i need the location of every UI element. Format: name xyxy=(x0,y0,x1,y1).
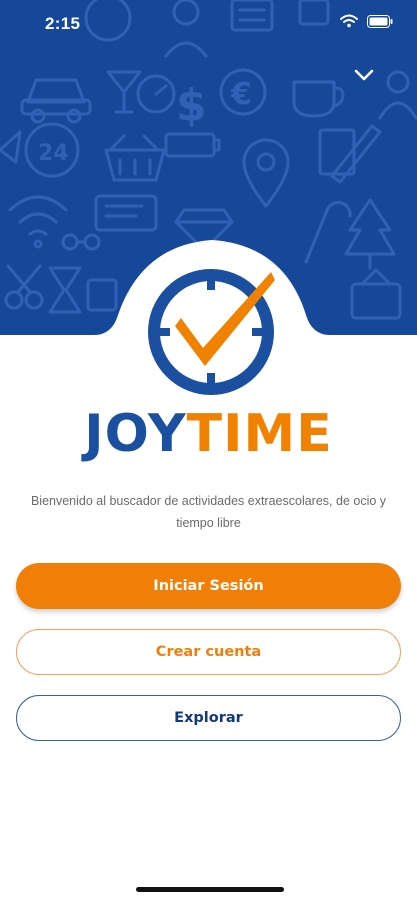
wifi-icon xyxy=(340,14,358,28)
svg-text:24: 24 xyxy=(38,141,69,166)
create-account-button[interactable]: Crear cuenta xyxy=(16,629,401,675)
svg-text:€: € xyxy=(230,77,252,112)
chevron-down-icon[interactable] xyxy=(352,64,376,86)
battery-icon xyxy=(367,14,393,28)
status-time: 2:15 xyxy=(45,14,81,33)
clock-logo-icon xyxy=(148,269,275,395)
logo-text-joy: JOY xyxy=(84,404,187,464)
svg-text:$: $ xyxy=(176,80,207,131)
login-button[interactable]: Iniciar Sesión xyxy=(16,563,401,609)
welcome-text: Bienvenido al buscador de actividades ex… xyxy=(30,494,387,530)
status-icons xyxy=(340,14,393,28)
app-logo-wordmark: JOYTIME xyxy=(0,404,417,464)
explore-button[interactable]: Explorar xyxy=(16,695,401,741)
home-indicator[interactable] xyxy=(136,887,284,892)
logo-text-time: TIME xyxy=(186,404,333,464)
